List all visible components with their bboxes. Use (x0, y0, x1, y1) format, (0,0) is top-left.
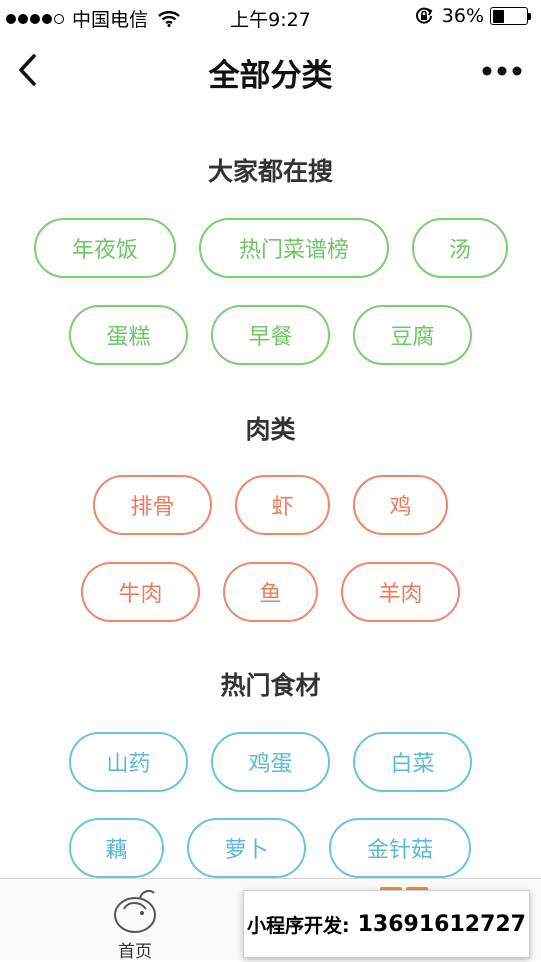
tag-button[interactable]: 鱼 (223, 562, 318, 622)
bean-logo-icon (114, 889, 156, 933)
section-title-ingredients: 热门食材 (220, 671, 321, 700)
battery-percent: 36% (441, 5, 484, 27)
more-dots-icon[interactable] (481, 60, 523, 82)
tag-button[interactable]: 虾 (235, 475, 330, 535)
status-right-group: 36% (414, 5, 531, 27)
tab-home[interactable]: 首页 (96, 885, 174, 962)
tag-button[interactable]: 豆腐 (353, 305, 472, 365)
tag-button[interactable]: 排骨 (93, 475, 212, 535)
tag-button[interactable]: 牛肉 (81, 562, 200, 622)
tag-button[interactable]: 羊肉 (341, 562, 460, 622)
tag-button[interactable]: 汤 (412, 218, 508, 278)
promo-banner: 小程序开发: 13691612727 (243, 890, 530, 958)
section-title-meat: 肉类 (245, 415, 296, 444)
tag-button[interactable]: 白菜 (353, 732, 472, 792)
tag-button[interactable]: 鸡 (353, 475, 448, 535)
tag-button[interactable]: 山药 (69, 732, 188, 792)
orientation-lock-icon (415, 7, 433, 24)
nav-bar: 全部分类 (0, 36, 541, 106)
tag-button[interactable]: 早餐 (211, 305, 330, 365)
promo-phone: 13691612727 (357, 911, 526, 937)
tag-button[interactable]: 蛋糕 (69, 305, 188, 365)
status-bar: 中国电信 上午9:27 36% (0, 0, 541, 36)
tag-button[interactable]: 藕 (69, 818, 164, 878)
tag-button[interactable]: 鸡蛋 (211, 732, 330, 792)
section-title-popular: 大家都在搜 (207, 157, 333, 186)
battery-icon (490, 7, 531, 25)
page-title: 全部分类 (208, 58, 333, 94)
promo-label: 小程序开发: (247, 914, 350, 937)
tag-button[interactable]: 萝卜 (187, 818, 306, 878)
tab-home-label: 首页 (118, 942, 152, 962)
tag-button[interactable]: 金针菇 (329, 818, 471, 878)
tag-button[interactable]: 年夜饭 (34, 218, 176, 278)
tag-button[interactable]: 热门菜谱榜 (199, 218, 389, 278)
